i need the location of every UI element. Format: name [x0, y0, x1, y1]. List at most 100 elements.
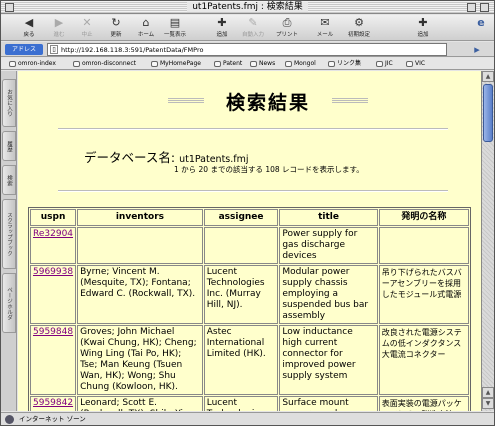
forward-button[interactable]: ▶ 進む: [45, 16, 73, 38]
autofill-icon: ✎: [248, 16, 258, 29]
favorite-icon: [73, 60, 80, 67]
title-cell: Low inductance high current connector fo…: [279, 325, 378, 395]
globe-icon: [5, 415, 14, 424]
favorite-item[interactable]: omron-index: [9, 59, 56, 69]
print-button[interactable]: ⎙ プリント: [273, 16, 301, 38]
toolbar: ◀ 戻る ▶ 進む ✕ 中止 ↻ 更新 ⌂ ホーム ▤ 一覧表示 ✚ 追加 ✎ 自動入力 ⎙ プリ…: [1, 15, 494, 41]
favorite-item[interactable]: JIC: [376, 59, 393, 69]
window-title: ut1Patents.fmj : 検索結果: [187, 2, 308, 12]
preferences-button[interactable]: ⚙ 初期設定: [345, 16, 373, 38]
table-row: 5969938 Byrne; Vincent M. (Mesquite, TX)…: [30, 265, 469, 324]
home-button[interactable]: ⌂ ホーム: [132, 16, 160, 38]
uspn-link[interactable]: 5969938: [33, 267, 73, 277]
inventors-cell: Groves; John Michael (Kwai Chung, HK); C…: [77, 325, 203, 395]
favorite-item[interactable]: News: [250, 59, 275, 69]
back-arrow-icon: ◀: [24, 16, 34, 29]
assignee-cell: Astec International Limited (HK).: [203, 325, 279, 395]
column-header: 発明の名称: [378, 209, 469, 226]
title-bar[interactable]: ut1Patents.fmj : 検索結果: [1, 1, 494, 14]
add-favorite-button[interactable]: ✚ 追加: [208, 16, 236, 38]
title-cell: Modular power supply chassis employing a…: [279, 265, 378, 324]
uspn-link[interactable]: Re32904: [33, 229, 73, 239]
record-summary: 1 から 20 までの該当する 108 レコードを表示します。: [174, 165, 364, 174]
scroll-up-arrow-bottom[interactable]: ▲: [482, 387, 494, 398]
go-icon[interactable]: ▸: [467, 42, 487, 57]
jtitle-cell: 表面実装の電源パッケージとその製造方法: [378, 396, 469, 411]
column-header: title: [279, 209, 378, 226]
favorite-item[interactable]: Patent: [214, 59, 242, 69]
assignee-cell: Lucent Technologies Inc. (Murray Hill, N…: [203, 265, 279, 324]
sidebar-button[interactable]: ▤ 一覧表示: [161, 16, 189, 38]
title-cell: Power supply for gas discharge devices: [279, 227, 378, 264]
tab-search[interactable]: 検索: [2, 165, 16, 195]
database-label: データベース名:: [84, 150, 176, 165]
forward-arrow-icon: ▶: [54, 16, 64, 29]
tab-favorites[interactable]: お気に入り: [2, 79, 16, 127]
url-field[interactable]: [47, 43, 447, 56]
stop-icon: ✕: [82, 16, 92, 29]
assignee-cell: [203, 227, 279, 264]
scroll-thumb[interactable]: [483, 84, 493, 142]
table-row: 5959842 Leonard; Scott E. (Rockwall, TX)…: [30, 396, 469, 411]
folder-icon: [214, 60, 221, 67]
page-title: 検索結果: [225, 92, 310, 114]
address-bar: アドレス ▯ ▸: [1, 42, 494, 57]
results-table: uspn inventors assignee title 発明の名称 Re32…: [28, 207, 471, 411]
browser-window: ut1Patents.fmj : 検索結果 ◀ 戻る ▶ 進む ✕ 中止 ↻ 更新 ⌂ ホ…: [0, 0, 495, 426]
favorite-icon: [9, 60, 16, 67]
page-icon: ▯: [50, 45, 58, 54]
status-bar: インターネット ゾーン: [1, 412, 494, 425]
sidebar-icon: ▤: [169, 16, 181, 29]
tab-history[interactable]: 履歴: [2, 131, 16, 161]
page-content: 検索結果 データベース名: ut1Patents.fmj 1 から 20 までの…: [18, 71, 481, 411]
explorer-tabs: お気に入り 履歴 検索 スクラップブック ページホルダ: [1, 71, 17, 411]
folder-icon: [151, 60, 158, 67]
divider: [58, 190, 448, 192]
add-page-icon: ✚: [418, 16, 428, 29]
uspn-link[interactable]: 5959848: [33, 327, 73, 337]
printer-icon: ⎙: [282, 16, 292, 29]
collapse-box[interactable]: [480, 3, 489, 12]
column-header: assignee: [203, 209, 279, 226]
autofill-button[interactable]: ✎ 自動入力: [239, 16, 267, 38]
header-decoration: [168, 98, 204, 103]
folder-icon: [406, 60, 413, 67]
refresh-button[interactable]: ↻ 更新: [102, 16, 130, 38]
uspn-link[interactable]: 5959842: [33, 398, 73, 408]
preferences-icon: ⚙: [354, 16, 364, 29]
column-header: inventors: [77, 209, 203, 226]
folder-icon: [250, 60, 257, 67]
inventors-cell: Byrne; Vincent M. (Mesquite, TX); Fontan…: [77, 265, 203, 324]
column-header: uspn: [30, 209, 77, 226]
favorite-item[interactable]: リンク集: [328, 59, 361, 69]
favorite-item[interactable]: Mongol: [285, 59, 316, 69]
table-header-row: uspn inventors assignee title 発明の名称: [30, 209, 469, 226]
jtitle-cell: [378, 227, 469, 264]
home-icon: ⌂: [142, 16, 150, 29]
mail-button[interactable]: ✉ メール: [311, 16, 339, 38]
mail-icon: ✉: [320, 16, 330, 29]
favorite-item[interactable]: MyHomePage: [151, 59, 201, 69]
tab-page-holder[interactable]: ページホルダ: [2, 273, 16, 333]
add-right-button[interactable]: ✚ 追加: [409, 16, 437, 38]
title-cell: Surface mount power supply package and m…: [279, 396, 378, 411]
favorite-item[interactable]: VIC: [406, 59, 425, 69]
back-button[interactable]: ◀ 戻る: [15, 16, 43, 38]
folder-icon: [285, 60, 292, 67]
table-row: 5959848 Groves; John Michael (Kwai Chung…: [30, 325, 469, 395]
scroll-up-arrow[interactable]: ▲: [482, 71, 494, 82]
assignee-cell: Lucent Technologies Inc. (Murray: [203, 396, 279, 411]
scroll-down-arrow[interactable]: ▼: [482, 398, 494, 409]
tab-scrapbook[interactable]: スクラップブック: [2, 199, 16, 269]
vertical-scrollbar[interactable]: ▲ ▲ ▼: [481, 71, 494, 411]
refresh-icon: ↻: [111, 16, 121, 29]
favorites-bar: omron-index omron-disconnect MyHomePage …: [1, 58, 494, 70]
zone-text: インターネット ゾーン: [19, 415, 86, 423]
bookmark-add-icon: ✚: [217, 16, 227, 29]
folder-icon: [376, 60, 383, 67]
favorite-item[interactable]: omron-disconnect: [73, 59, 136, 69]
address-label: アドレス: [5, 44, 43, 55]
inventors-cell: Leonard; Scott E. (Rockwall, TX); Shih; …: [77, 396, 203, 411]
stop-button[interactable]: ✕ 中止: [73, 16, 101, 38]
zoom-box[interactable]: [467, 3, 476, 12]
